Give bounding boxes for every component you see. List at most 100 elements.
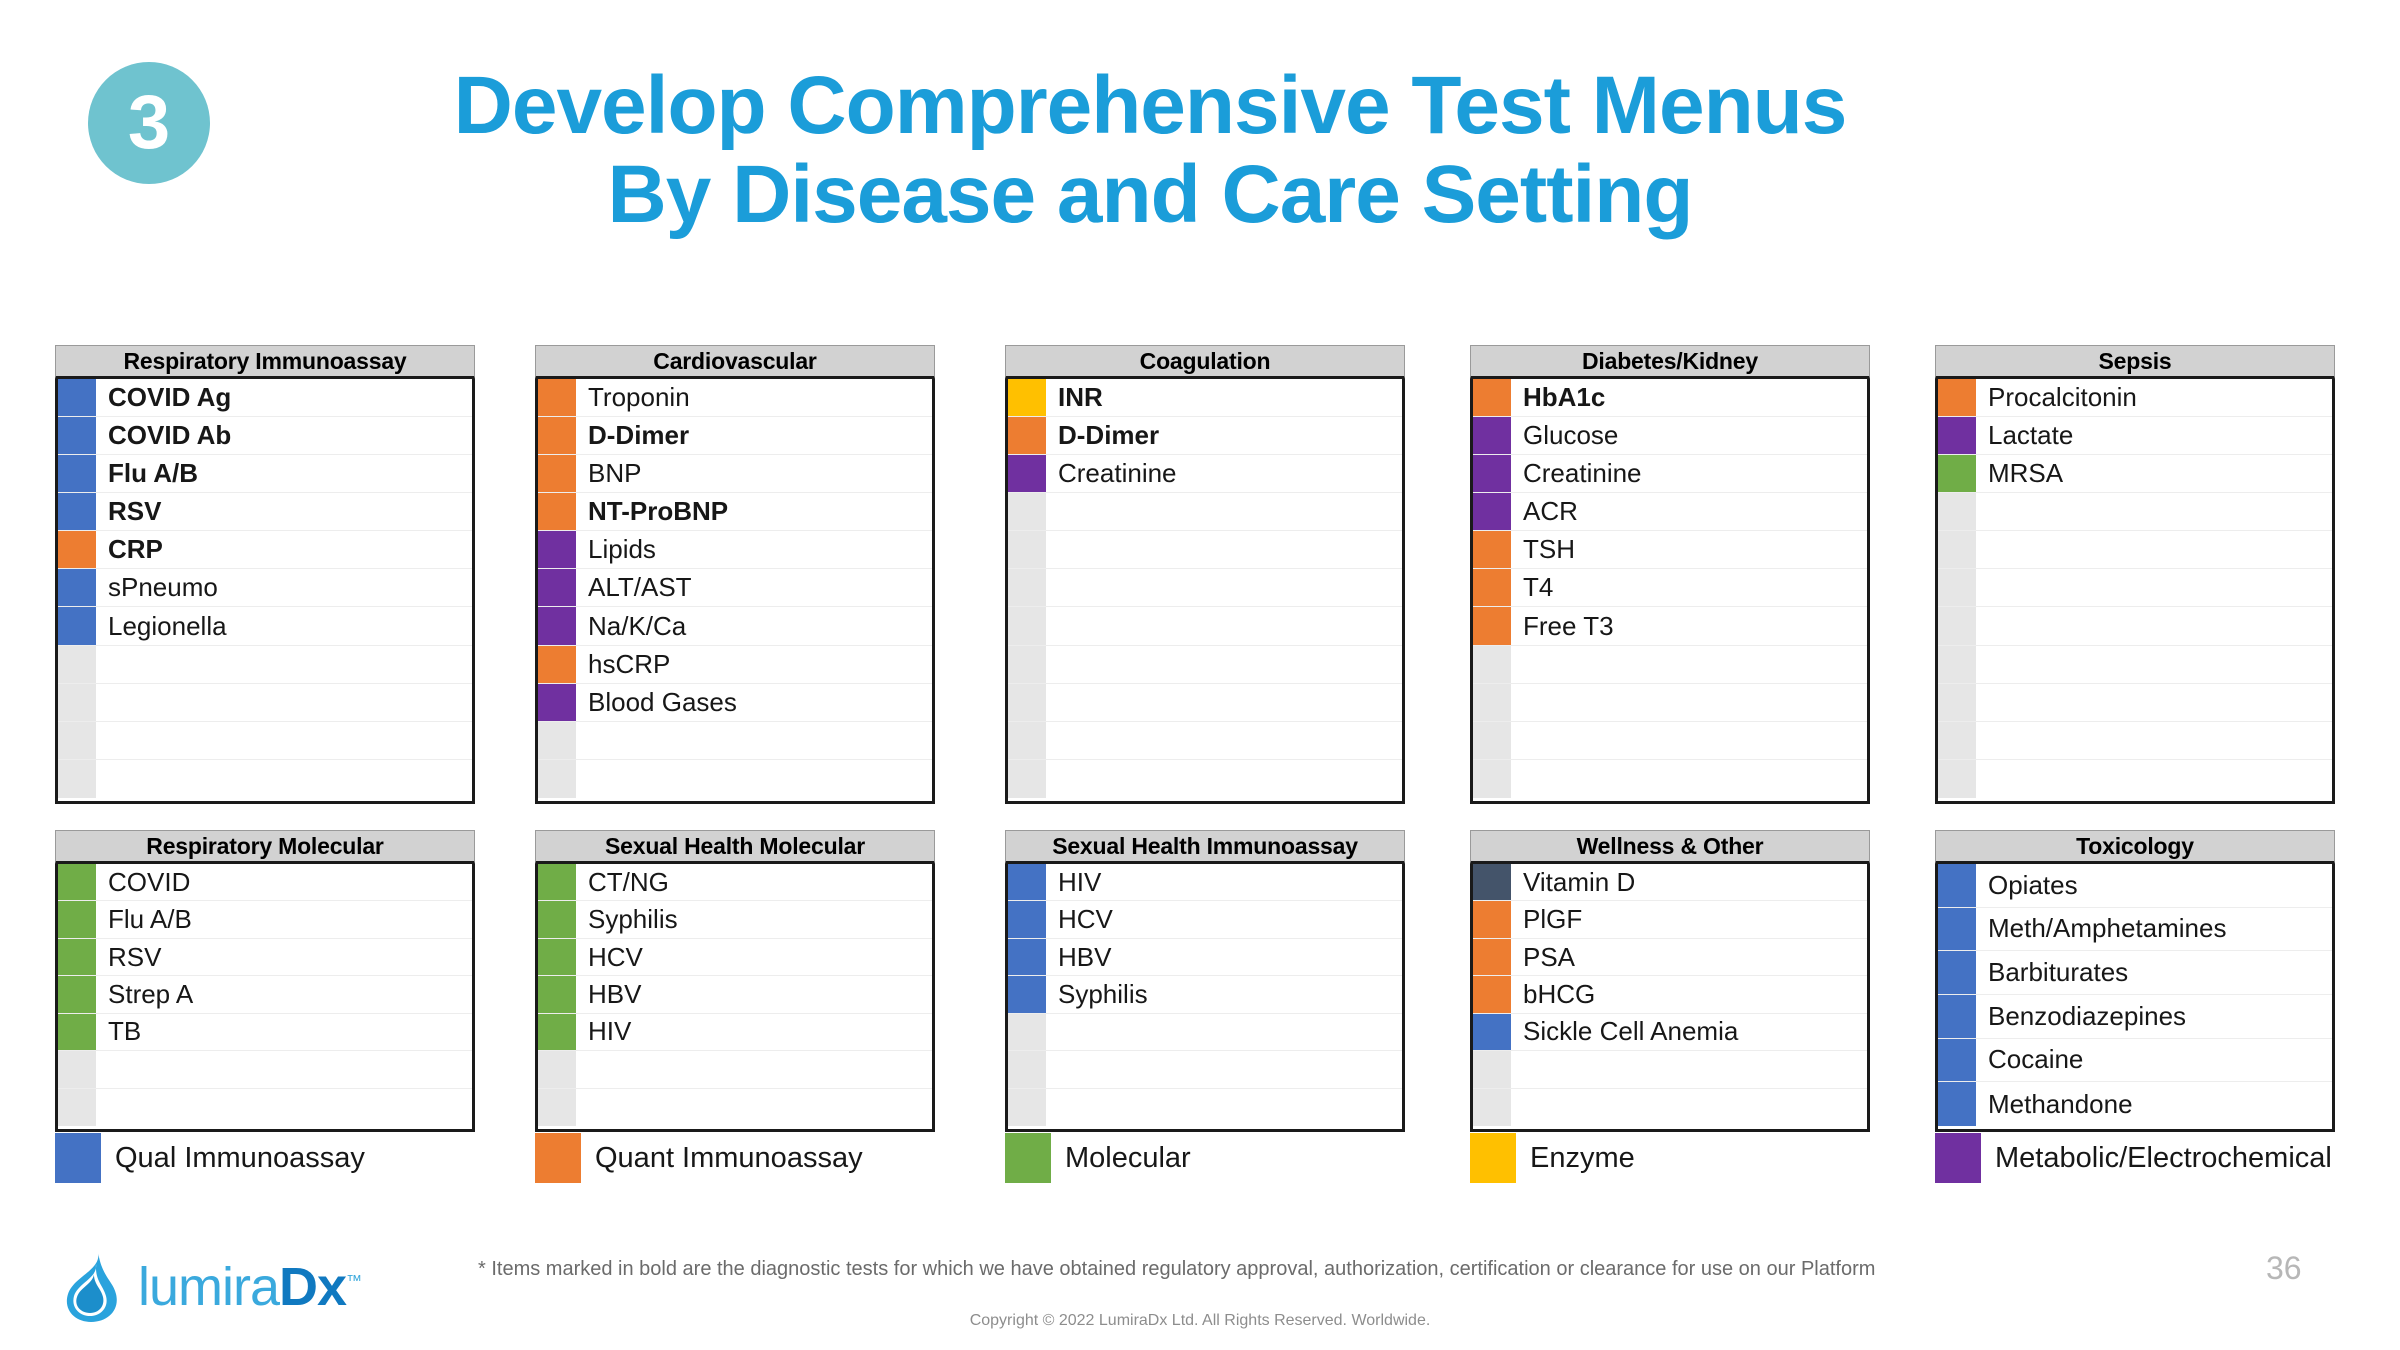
- table-row: Sickle Cell Anemia: [1473, 1013, 1867, 1052]
- assay-type-swatch: [538, 901, 576, 938]
- test-name: TSH: [1523, 534, 1575, 565]
- test-name: MRSA: [1988, 458, 2064, 489]
- assay-type-swatch: [1473, 417, 1511, 455]
- table-row: Creatinine: [1473, 455, 1867, 494]
- test-name: Barbiturates: [1988, 957, 2129, 988]
- assay-type-swatch: [1938, 951, 1976, 994]
- assay-type-swatch: [58, 531, 96, 569]
- assay-type-swatch: [1473, 645, 1511, 683]
- test-name: T4: [1523, 572, 1554, 603]
- assay-type-swatch: [538, 1051, 576, 1088]
- assay-type-swatch: [58, 901, 96, 938]
- test-name: TB: [108, 1016, 142, 1047]
- assay-type-swatch: [58, 379, 96, 417]
- assay-type-swatch: [58, 455, 96, 493]
- panel-rows: INR D-Dimer Creatinine: [1005, 379, 1405, 804]
- table-row: [1473, 645, 1867, 684]
- test-name: CRP: [108, 534, 163, 565]
- assay-type-swatch: [58, 683, 96, 721]
- table-row: bHCG: [1473, 976, 1867, 1014]
- assay-type-swatch: [1938, 721, 1976, 759]
- assay-type-swatch: [58, 938, 96, 976]
- table-row: D-Dimer: [1008, 417, 1402, 456]
- test-name: ACR: [1523, 496, 1578, 527]
- table-row: [538, 721, 932, 760]
- assay-type-swatch: [1008, 1088, 1046, 1126]
- table-row: [1008, 759, 1402, 798]
- panel-rows: HIV HCV HBV Syphilis: [1005, 864, 1405, 1132]
- test-name: Methandone: [1988, 1088, 2133, 1119]
- assay-type-swatch: [538, 864, 576, 901]
- test-name: Creatinine: [1058, 458, 1177, 489]
- assay-type-swatch: [538, 569, 576, 607]
- legend-label: Molecular: [1065, 1141, 1191, 1174]
- test-name: Syphilis: [1058, 978, 1148, 1009]
- table-row: T4: [1473, 569, 1867, 608]
- panel-title: Coagulation: [1005, 345, 1405, 379]
- panel-title: Sexual Health Immunoassay: [1005, 830, 1405, 864]
- assay-type-swatch: [1008, 493, 1046, 531]
- test-name: NT-ProBNP: [588, 496, 729, 527]
- assay-type-swatch: [538, 607, 576, 645]
- assay-type-swatch: [1473, 379, 1511, 417]
- table-row: MRSA: [1938, 455, 2332, 494]
- assay-type-swatch: [1938, 1082, 1976, 1126]
- table-row: [538, 1051, 932, 1089]
- legend-label: Qual Immunoassay: [115, 1141, 365, 1174]
- test-name: RSV: [108, 496, 162, 527]
- assay-type-swatch: [538, 455, 576, 493]
- table-row: [58, 759, 472, 798]
- assay-type-swatch: [1008, 864, 1046, 901]
- assay-type-swatch: [1473, 759, 1511, 798]
- table-row: Flu A/B: [58, 901, 472, 939]
- table-row: [58, 721, 472, 760]
- table-row: TSH: [1473, 531, 1867, 570]
- assay-type-swatch: [1473, 493, 1511, 531]
- test-name: hsCRP: [588, 648, 671, 679]
- assay-type-swatch: [538, 493, 576, 531]
- table-row: [1008, 607, 1402, 646]
- table-row: RSV: [58, 938, 472, 977]
- table-row: Strep A: [58, 976, 472, 1014]
- table-row: PlGF: [1473, 901, 1867, 939]
- table-row: Glucose: [1473, 417, 1867, 456]
- panel-title: Diabetes/Kidney: [1470, 345, 1870, 379]
- table-row: Vitamin D: [1473, 864, 1867, 902]
- assay-type-swatch: [538, 645, 576, 683]
- table-row: CRP: [58, 531, 472, 570]
- table-row: ALT/AST: [538, 569, 932, 608]
- panel-rows: CT/NG Syphilis HCV HBV HIV: [535, 864, 935, 1132]
- assay-type-swatch: [58, 976, 96, 1013]
- table-row: [1008, 531, 1402, 570]
- table-row: [1008, 645, 1402, 684]
- legend-swatch: [1005, 1133, 1051, 1183]
- assay-type-swatch: [1938, 417, 1976, 455]
- table-row: [1473, 683, 1867, 722]
- assay-type-swatch: [1008, 531, 1046, 569]
- assay-type-swatch: [538, 1013, 576, 1051]
- test-name: PSA: [1523, 941, 1576, 972]
- panel-rows: HbA1c Glucose Creatinine ACR TSH T4 Free T3: [1470, 379, 1870, 804]
- assay-type-swatch: [58, 759, 96, 798]
- assay-type-swatch: [1938, 645, 1976, 683]
- panel-rows: Troponin D-Dimer BNP NT-ProBNP Lipids ALT/AST…: [535, 379, 935, 804]
- assay-type-swatch: [1473, 1051, 1511, 1088]
- test-panel-cardiovascular: Cardiovascular Troponin D-Dimer BNP NT-ProBN…: [535, 345, 935, 804]
- assay-type-swatch: [1008, 976, 1046, 1013]
- assay-type-swatch: [538, 976, 576, 1013]
- test-name: D-Dimer: [588, 420, 690, 451]
- assay-type-swatch: [1008, 607, 1046, 645]
- table-row: [1938, 683, 2332, 722]
- table-row: HIV: [1008, 864, 1402, 902]
- panel-title: Cardiovascular: [535, 345, 935, 379]
- legend-item: Qual Immunoassay: [55, 1132, 365, 1184]
- test-name: Lactate: [1988, 420, 2074, 451]
- panel-rows: Opiates Meth/Amphetamines Barbiturates Benz…: [1935, 864, 2335, 1132]
- table-row: [1473, 1088, 1867, 1126]
- test-name: Strep A: [108, 978, 194, 1009]
- legend-swatch: [55, 1133, 101, 1183]
- table-row: [538, 1088, 932, 1126]
- logo-trademark: ™: [346, 1273, 362, 1290]
- table-row: CT/NG: [538, 864, 932, 902]
- panel-title: Sepsis: [1935, 345, 2335, 379]
